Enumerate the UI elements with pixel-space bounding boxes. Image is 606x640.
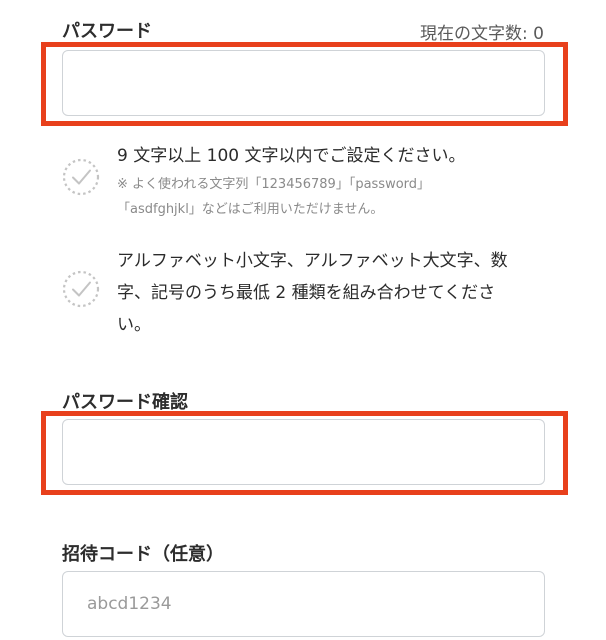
rule-text: アルファベット小文字、アルファベット大文字、数 字、記号のうち最低 2 種類を組… [117,245,562,341]
rule-main-text: 9 文字以上 100 文字以内でご設定ください。 [117,146,466,166]
rule-text-line-2: 字、記号のうち最低 2 種類を組み合わせてくださ [117,283,496,303]
password-input[interactable] [62,50,545,116]
rule-text-line-3: い。 [117,315,151,335]
rule-text-line-1: アルファベット小文字、アルファベット大文字、数 [117,251,508,271]
rule-note-line-2: 「asdfghjkl」などはご利用いただけません。 [117,202,384,217]
signup-form: パスワード 現在の文字数: 0 9 文字以上 100 文字以内でご設定ください。… [0,0,606,640]
character-counter: 現在の文字数: 0 [420,24,544,44]
invite-code-label: 招待コード（任意） [62,544,224,565]
password-label: パスワード [62,21,152,42]
invite-code-input[interactable] [62,571,545,637]
password-rule-charset: アルファベット小文字、アルファベット大文字、数 字、記号のうち最低 2 種類を組… [62,245,562,341]
rule-text: 9 文字以上 100 文字以内でご設定ください。 ※ よく使われる文字列「123… [117,140,562,222]
check-circle-icon [62,158,100,196]
password-rule-length: 9 文字以上 100 文字以内でご設定ください。 ※ よく使われる文字列「123… [62,140,562,225]
password-confirm-input[interactable] [62,419,545,485]
check-circle-icon [62,270,100,308]
rule-note-line-1: ※ よく使われる文字列「123456789」「password」 [117,177,431,192]
